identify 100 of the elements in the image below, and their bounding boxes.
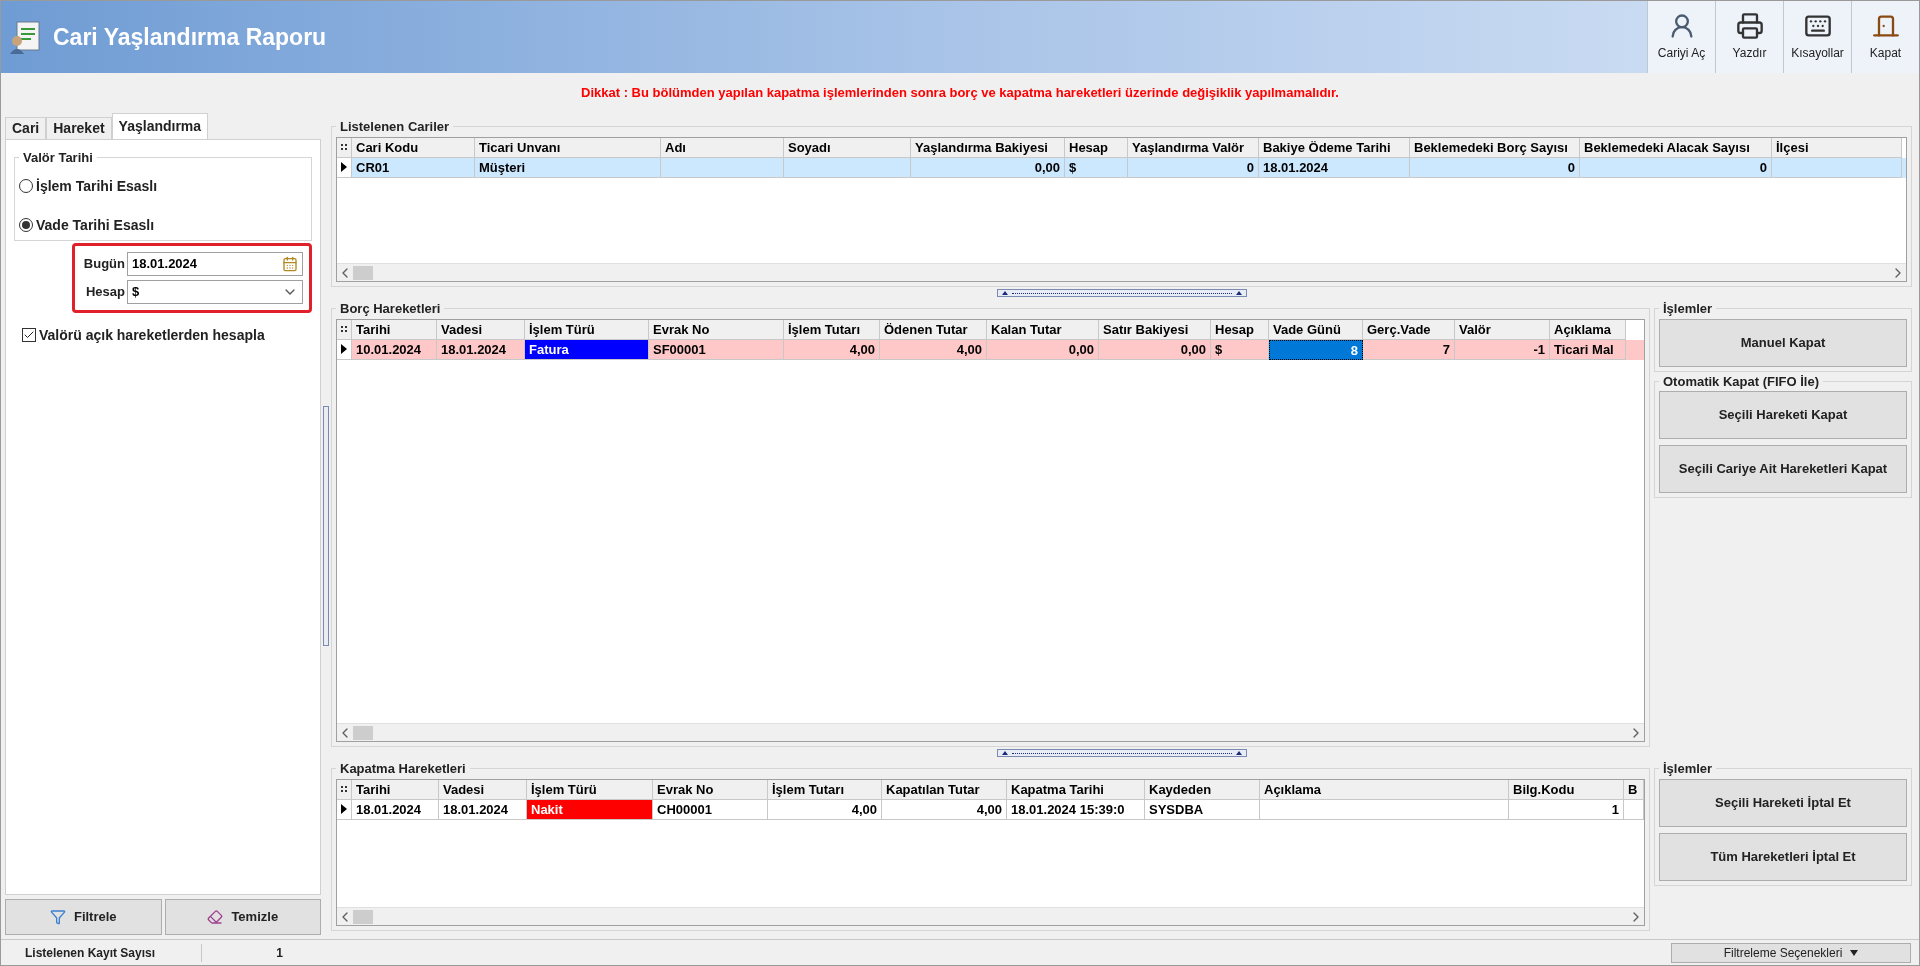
column-header[interactable]: İşlem Tutarı — [784, 319, 880, 340]
column-header[interactable]: Bakiye Ödeme Tarihi — [1259, 137, 1410, 158]
table-cell: 4,00 — [882, 799, 1007, 820]
table-cell: CR01 — [352, 157, 475, 178]
table-cell: 1 — [1509, 799, 1624, 820]
dots-icon — [341, 785, 347, 793]
tab[interactable]: Hareket — [46, 117, 112, 139]
column-header[interactable]: Soyadı — [784, 137, 911, 158]
column-header[interactable]: Evrak No — [649, 319, 784, 340]
column-header[interactable]: Kapatma Tarihi — [1007, 779, 1145, 800]
column-header[interactable]: Gerç.Vade — [1363, 319, 1455, 340]
toolbar-button[interactable]: Kapat — [1851, 1, 1919, 73]
dropdown-field[interactable]: $ — [127, 279, 303, 304]
action-button[interactable]: Seçili Cariye Ait Hareketleri Kapat — [1659, 445, 1907, 493]
column-header[interactable]: Tarihi — [352, 779, 439, 800]
checkbox-option[interactable]: Valörü açık hareketlerden hesapla — [22, 324, 312, 346]
column-header[interactable]: Kaydeden — [1145, 779, 1260, 800]
tab[interactable]: Yaşlandırma — [111, 113, 209, 139]
column-header[interactable]: Kalan Tutar — [987, 319, 1099, 340]
radio-option[interactable]: İşlem Tarihi Esaslı — [19, 175, 307, 197]
column-header[interactable]: Beklemedeki Alacak Sayısı — [1580, 137, 1772, 158]
table-cell: $ — [1065, 157, 1128, 178]
table-cell: Müşteri — [475, 157, 661, 178]
column-header[interactable]: Hesap — [1065, 137, 1128, 158]
table-cell: 0 — [1128, 157, 1259, 178]
column-header[interactable]: Evrak No — [653, 779, 768, 800]
table-cell: 0,00 — [911, 157, 1065, 178]
radio-button[interactable] — [19, 179, 33, 193]
column-header[interactable]: İşlem Türü — [527, 779, 653, 800]
group-title: İşlemler — [1662, 760, 1714, 778]
date-field[interactable]: 18.01.2024 — [127, 251, 303, 276]
column-header[interactable]: Hesap — [1211, 319, 1269, 340]
table-cell: -1 — [1455, 339, 1550, 360]
column-header[interactable]: İşlem Türü — [525, 319, 649, 340]
table-cell: SYSDBA — [1145, 799, 1260, 820]
splitter-handle[interactable] — [996, 749, 1247, 757]
table-cell — [1624, 799, 1644, 820]
scrollbar-thumb[interactable] — [353, 909, 373, 924]
column-header[interactable]: Ticari Unvanı — [475, 137, 661, 158]
table-row[interactable]: CR01 Müşteri 0,00 $ 0 18.01.2024 0 0 — [337, 157, 1906, 178]
scrollbar-thumb[interactable] — [353, 725, 373, 740]
column-header[interactable]: İşlem Tutarı — [768, 779, 882, 800]
column-header[interactable]: Satır Bakiyesi — [1099, 319, 1211, 340]
column-header[interactable]: Vadesi — [437, 319, 525, 340]
status-value: 1 — [201, 943, 291, 962]
action-button[interactable]: Manuel Kapat — [1659, 318, 1907, 367]
action-button[interactable]: Seçili Hareketi İptal Et — [1659, 778, 1907, 827]
column-header[interactable]: Açıklama — [1550, 319, 1626, 340]
column-header[interactable]: Cari Kodu — [352, 137, 475, 158]
column-header[interactable]: B — [1624, 779, 1644, 800]
dots-icon — [341, 143, 347, 151]
column-header[interactable]: İlçesi — [1772, 137, 1902, 158]
group-title: Borç Hareketleri — [339, 300, 442, 318]
splitter-handle[interactable] — [323, 406, 329, 646]
column-header[interactable]: Kapatılan Tutar — [882, 779, 1007, 800]
horizontal-scrollbar[interactable] — [337, 263, 1906, 281]
table-cell: 18.01.2024 — [1259, 157, 1410, 178]
radio-option[interactable]: Vade Tarihi Esaslı — [19, 214, 307, 236]
table-cell: 0 — [1410, 157, 1580, 178]
filter-options-button[interactable]: Filtreleme Seçenekleri — [1671, 942, 1911, 963]
table-cell: CH00001 — [653, 799, 768, 820]
filter-icon — [49, 909, 66, 925]
column-header[interactable]: Vadesi — [439, 779, 527, 800]
horizontal-scrollbar[interactable] — [337, 723, 1644, 741]
column-header[interactable]: Bilg.Kodu — [1509, 779, 1624, 800]
table-row[interactable]: 10.01.2024 18.01.2024 Fatura SF00001 4,00 4,00 0,00 0,00 $ 8 7 -1 Ticari Mal — [337, 339, 1644, 360]
column-header[interactable]: Valör — [1455, 319, 1550, 340]
column-header[interactable]: Vade Günü — [1269, 319, 1363, 340]
horizontal-scrollbar[interactable] — [337, 907, 1644, 925]
tab[interactable]: Cari — [5, 117, 47, 139]
column-header[interactable]: Adı — [661, 137, 784, 158]
radio-button[interactable] — [19, 218, 33, 232]
column-header[interactable]: Tarihi — [352, 319, 437, 340]
table-cell: Fatura — [525, 339, 649, 360]
panel-button[interactable]: Temizle — [164, 899, 321, 935]
action-button[interactable]: Seçili Hareketi Kapat — [1659, 391, 1907, 439]
table-row[interactable]: 18.01.2024 18.01.2024 Nakit CH00001 4,00 4,00 18.01.2024 15:39:0 SYSDBA 1 — [337, 799, 1644, 820]
toolbar-button[interactable]: Yazdır — [1715, 1, 1783, 73]
column-header[interactable]: Yaşlandırma Bakiyesi — [911, 137, 1065, 158]
scrollbar-thumb[interactable] — [353, 265, 373, 280]
table-cell: 4,00 — [880, 339, 987, 360]
table-cell: Nakit — [527, 799, 653, 820]
column-header[interactable]: Açıklama — [1260, 779, 1509, 800]
column-header[interactable]: Yaşlandırma Valör — [1128, 137, 1259, 158]
splitter-handle[interactable] — [996, 289, 1247, 297]
table-cell: SF00001 — [649, 339, 784, 360]
panel-button[interactable]: Filtrele — [5, 899, 162, 935]
dropdown-arrow-icon — [1850, 949, 1859, 956]
action-button[interactable]: Tüm Hareketleri İptal Et — [1659, 832, 1907, 881]
toolbar-button[interactable]: Cariyi Aç — [1647, 1, 1715, 73]
checkbox[interactable] — [22, 328, 36, 342]
table-cell: 4,00 — [784, 339, 880, 360]
table-cell: 4,00 — [768, 799, 882, 820]
column-header[interactable]: Beklemedeki Borç Sayısı — [1410, 137, 1580, 158]
column-header[interactable]: Ödenen Tutar — [880, 319, 987, 340]
calendar-icon[interactable] — [282, 255, 298, 272]
table-cell: 0,00 — [987, 339, 1099, 360]
table-cell: Ticari Mal — [1550, 339, 1626, 360]
toolbar-button[interactable]: Kısayollar — [1783, 1, 1851, 73]
field-label: Hesap — [84, 282, 125, 301]
